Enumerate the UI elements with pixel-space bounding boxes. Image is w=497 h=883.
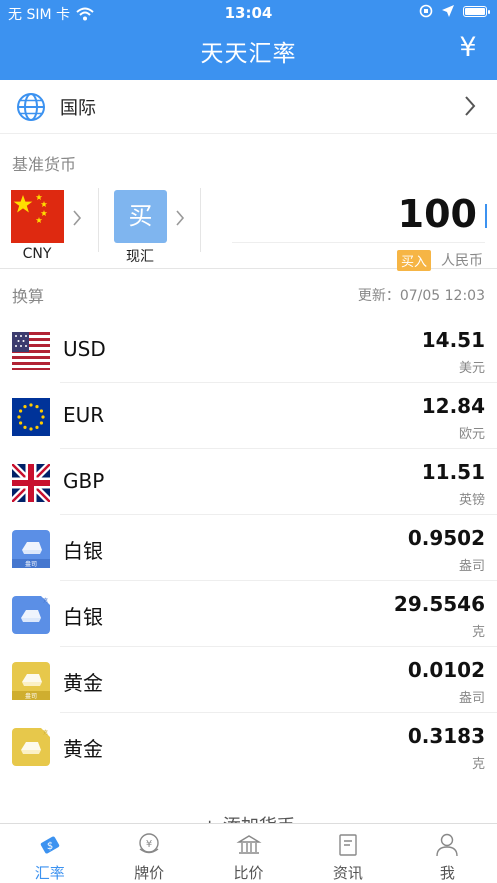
- base-currency-name: 人民币: [441, 253, 483, 269]
- nav-bar: 天天汇率 ¥: [0, 26, 497, 80]
- bank-icon: [235, 835, 262, 854]
- currency-code: GBP: [63, 469, 105, 493]
- battery-icon: [463, 5, 490, 17]
- list-item[interactable]: 克 黄金 0.3183 克: [12, 713, 497, 779]
- tab-me[interactable]: 我: [398, 824, 497, 883]
- currency-value: 0.0102: [407, 658, 485, 682]
- tab-bar: $ 汇率 ¥ 牌价 比价 资讯 我: [0, 823, 497, 883]
- globe-icon: [17, 92, 45, 121]
- unit-tag: 盎司: [25, 560, 37, 568]
- region-selector[interactable]: 国际: [0, 80, 497, 134]
- orientation-lock-icon: [419, 4, 433, 18]
- divider: [98, 188, 99, 252]
- currency-code: 白银: [63, 539, 103, 563]
- silver-gram-icon: 克: [12, 596, 50, 634]
- silver-ounce-icon: 盎司: [12, 530, 50, 568]
- tab-label: 资讯: [332, 864, 363, 882]
- buy-mode-icon: 买: [114, 190, 167, 243]
- unit-tag: 克: [43, 598, 48, 604]
- currency-unit: 克: [471, 757, 485, 772]
- chevron-right-icon: [176, 210, 185, 226]
- location-icon: [442, 5, 454, 17]
- currency-unit: 克: [471, 625, 485, 640]
- currency-settings-button[interactable]: ¥: [453, 32, 483, 63]
- list-item[interactable]: 盎司 白银 0.9502 盎司: [12, 515, 497, 581]
- base-section-title: 基准货币: [12, 155, 77, 174]
- chevron-right-icon: [465, 96, 476, 116]
- exchange-icon: $: [40, 836, 59, 854]
- tab-quotes[interactable]: ¥ 牌价: [99, 824, 198, 883]
- app-header: 无 SIM 卡 13:04 天天汇率 ¥: [0, 0, 497, 80]
- amount-input[interactable]: 100: [398, 192, 477, 236]
- currency-code: 黄金: [63, 671, 103, 695]
- amount-underline: [232, 242, 485, 243]
- currency-value: 29.5546: [393, 592, 485, 616]
- cn-flag-icon: [11, 190, 64, 243]
- currency-value: 14.51: [421, 328, 485, 352]
- rate-mode-label: 现汇: [126, 249, 154, 265]
- base-currency-code: CNY: [22, 246, 52, 262]
- currency-value: 0.9502: [407, 526, 485, 550]
- currency-unit: 美元: [458, 361, 485, 376]
- conversion-section-title: 换算: [12, 287, 45, 306]
- currency-unit: 英镑: [458, 493, 485, 508]
- currency-value: 12.84: [421, 394, 485, 418]
- chevron-right-icon: [73, 210, 82, 226]
- tab-exchange-rate[interactable]: $ 汇率: [0, 824, 99, 883]
- list-item[interactable]: 盎司 黄金 0.0102 盎司: [12, 647, 497, 713]
- currency-value: 0.3183: [407, 724, 485, 748]
- user-icon: [436, 833, 459, 857]
- list-item[interactable]: EUR 12.84 欧元: [12, 383, 497, 449]
- svg-text:¥: ¥: [146, 839, 152, 850]
- currency-unit: 欧元: [458, 427, 485, 442]
- tab-label: 牌价: [134, 864, 165, 882]
- currency-code: EUR: [63, 403, 105, 427]
- tab-label: 汇率: [34, 864, 65, 882]
- list-item[interactable]: GBP 11.51 英镑: [12, 449, 497, 515]
- rate-mode-picker[interactable]: 买 现汇: [114, 190, 167, 265]
- currency-code: 白银: [63, 605, 103, 629]
- buy-badge: 买入: [396, 250, 431, 271]
- currency-value: 11.51: [421, 460, 485, 484]
- conversion-header: 换算 更新：07/05 12:03: [0, 269, 497, 317]
- status-icons: [419, 4, 490, 18]
- eu-flag-icon: [12, 398, 50, 436]
- region-label: 国际: [60, 97, 96, 119]
- tab-label: 比价: [233, 864, 264, 882]
- currency-unit: 盎司: [458, 559, 485, 574]
- conversion-list: USD 14.51 美元 EUR 12.84 欧元 GBP 11.51 英镑 盎…: [0, 317, 497, 779]
- update-time: 更新：07/05 12:03: [357, 288, 485, 304]
- base-currency-panel: 基准货币 CNY 买 现汇 100 买入 人民币: [0, 134, 497, 271]
- svg-text:$: $: [47, 841, 53, 852]
- tab-label: 我: [439, 864, 455, 882]
- gold-ounce-icon: 盎司: [12, 662, 50, 700]
- divider: [200, 188, 201, 252]
- text-cursor: [485, 204, 487, 228]
- currency-code: 黄金: [63, 737, 103, 761]
- currency-unit: 盎司: [458, 691, 485, 706]
- page-title: 天天汇率: [200, 41, 297, 67]
- status-bar: 无 SIM 卡 13:04: [0, 0, 497, 26]
- list-item[interactable]: USD 14.51 美元: [12, 317, 497, 383]
- gold-gram-icon: 克: [12, 728, 50, 766]
- tab-news[interactable]: 资讯: [298, 824, 397, 883]
- currency-code: USD: [63, 337, 106, 361]
- tab-compare[interactable]: 比价: [199, 824, 298, 883]
- buy-mode-char: 买: [128, 202, 153, 230]
- unit-tag: 盎司: [25, 692, 37, 700]
- us-flag-icon: [12, 332, 50, 370]
- news-icon: [339, 834, 357, 856]
- list-item[interactable]: 克 白银 29.5546 克: [12, 581, 497, 647]
- unit-tag: 克: [43, 730, 48, 736]
- uk-flag-icon: [12, 464, 50, 502]
- base-currency-picker[interactable]: CNY: [11, 190, 64, 262]
- yen-coin-icon: ¥: [139, 833, 159, 854]
